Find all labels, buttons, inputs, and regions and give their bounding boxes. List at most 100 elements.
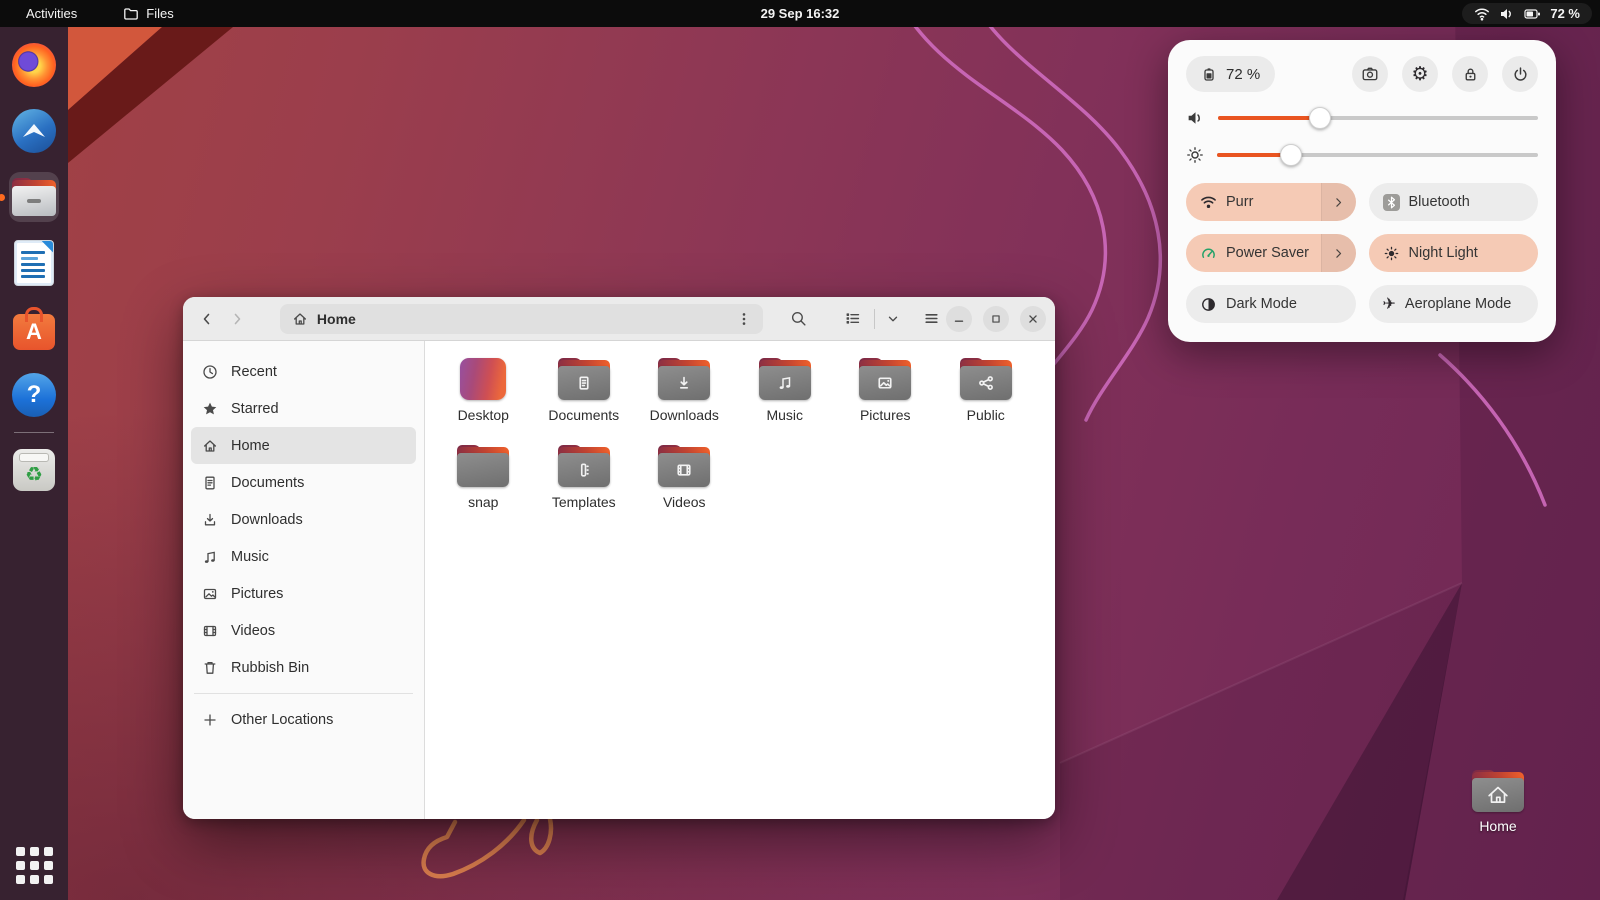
- power-saver-icon: [1200, 245, 1217, 262]
- sidebar-item-music[interactable]: Music: [191, 538, 416, 575]
- sidebar-item-label: Documents: [231, 475, 304, 491]
- settings-gear-icon: ⚙: [1411, 65, 1428, 84]
- sidebar-item-pictures[interactable]: Pictures: [191, 575, 416, 612]
- screenshot-button[interactable]: [1352, 56, 1388, 92]
- files-app-icon: [12, 178, 56, 216]
- trash-icon: [202, 660, 218, 676]
- file-browser-content[interactable]: Desktop Documents Downloads: [425, 341, 1055, 819]
- sidebar-item-other-locations[interactable]: Other Locations: [191, 701, 416, 738]
- window-controls: [946, 306, 1046, 332]
- app-menu-label: Files: [146, 6, 173, 21]
- search-button[interactable]: [783, 304, 813, 334]
- chevron-down-icon: [886, 312, 900, 326]
- chevron-left-icon: [199, 311, 215, 327]
- list-view-icon: [844, 310, 861, 327]
- document-icon: [202, 475, 218, 491]
- view-options-dropdown[interactable]: [882, 304, 904, 334]
- file-item-desktop[interactable]: Desktop: [433, 355, 533, 442]
- path-bar[interactable]: Home: [280, 304, 763, 334]
- file-name: Videos: [663, 494, 706, 510]
- settings-button[interactable]: ⚙: [1402, 56, 1438, 92]
- chevron-right-icon: [1332, 196, 1345, 209]
- window-titlebar[interactable]: Home: [183, 297, 1055, 341]
- video-icon: [202, 623, 218, 639]
- power-button[interactable]: [1502, 56, 1538, 92]
- sidebar-item-starred[interactable]: Starred: [191, 390, 416, 427]
- file-name: Music: [766, 407, 803, 423]
- toggle-label: Purr: [1226, 194, 1253, 210]
- files-window: Home: [183, 297, 1055, 819]
- question-glyph: ?: [27, 381, 42, 409]
- file-name: Public: [967, 407, 1005, 423]
- desktop-home-label: Home: [1479, 818, 1516, 834]
- file-item-snap[interactable]: snap: [433, 442, 533, 529]
- wifi-settings-arrow[interactable]: [1321, 183, 1356, 221]
- toggle-bluetooth[interactable]: Bluetooth: [1369, 183, 1539, 221]
- location-options-button[interactable]: [731, 306, 757, 332]
- minimize-button[interactable]: [946, 306, 972, 332]
- back-button[interactable]: [192, 304, 222, 334]
- sidebar-item-downloads[interactable]: Downloads: [191, 501, 416, 538]
- desktop-home-folder[interactable]: Home: [1465, 770, 1531, 834]
- file-item-videos[interactable]: Videos: [634, 442, 734, 529]
- dock-item-libreoffice-writer[interactable]: [9, 238, 59, 288]
- file-item-downloads[interactable]: Downloads: [634, 355, 734, 442]
- file-item-templates[interactable]: Templates: [534, 442, 634, 529]
- file-name: Downloads: [650, 407, 719, 423]
- file-item-pictures[interactable]: Pictures: [835, 355, 935, 442]
- app-menu-files[interactable]: Files: [115, 4, 181, 24]
- main-menu-button[interactable]: [916, 304, 946, 334]
- clock[interactable]: 29 Sep 16:32: [0, 6, 1600, 21]
- toggle-aeroplane-mode[interactable]: ✈ Aeroplane Mode: [1369, 285, 1539, 323]
- volume-icon: [1186, 110, 1205, 126]
- toggle-wifi-purr[interactable]: Purr: [1186, 183, 1356, 221]
- brightness-slider-handle[interactable]: [1280, 144, 1302, 166]
- sidebar-item-rubbish-bin[interactable]: Rubbish Bin: [191, 649, 416, 686]
- power-saver-settings-arrow[interactable]: [1321, 234, 1356, 272]
- system-status-area[interactable]: 72 %: [1462, 3, 1592, 24]
- activities-label: Activities: [26, 6, 77, 21]
- toggle-power-saver[interactable]: Power Saver: [1186, 234, 1356, 272]
- snap-folder-icon: [457, 445, 509, 487]
- close-button[interactable]: [1020, 306, 1046, 332]
- minimize-icon: [952, 312, 966, 326]
- volume-slider-handle[interactable]: [1309, 107, 1331, 129]
- sidebar-item-label: Starred: [231, 401, 279, 417]
- list-view-button[interactable]: [837, 304, 867, 334]
- public-folder-icon: [960, 358, 1012, 400]
- sidebar-item-recent[interactable]: Recent: [191, 353, 416, 390]
- dock-item-thunderbird[interactable]: [9, 106, 59, 156]
- lock-button[interactable]: [1452, 56, 1488, 92]
- help-icon: ?: [12, 373, 56, 417]
- battery-status-pill[interactable]: 72 %: [1186, 56, 1275, 92]
- maximize-button[interactable]: [983, 306, 1009, 332]
- dock-item-help[interactable]: ?: [9, 370, 59, 420]
- dock-item-firefox[interactable]: [9, 40, 59, 90]
- ubuntu-software-icon: A: [13, 314, 55, 350]
- activities-button[interactable]: Activities: [18, 4, 85, 23]
- brightness-slider[interactable]: [1217, 153, 1538, 157]
- toggle-dark-mode[interactable]: Dark Mode: [1186, 285, 1356, 323]
- forward-button[interactable]: [222, 304, 252, 334]
- toggle-night-light[interactable]: Night Light: [1369, 234, 1539, 272]
- view-group-divider: [874, 309, 875, 329]
- file-item-music[interactable]: Music: [735, 355, 835, 442]
- sidebar-item-label: Downloads: [231, 512, 303, 528]
- close-icon: [1026, 312, 1040, 326]
- dock-item-ubuntu-software[interactable]: A: [9, 304, 59, 354]
- sidebar-item-videos[interactable]: Videos: [191, 612, 416, 649]
- volume-slider[interactable]: [1218, 116, 1538, 120]
- file-item-public[interactable]: Public: [936, 355, 1036, 442]
- sidebar-item-home[interactable]: Home: [191, 427, 416, 464]
- show-applications-button[interactable]: [16, 847, 53, 884]
- dock-item-files[interactable]: [9, 172, 59, 222]
- dock: A ? ♻: [0, 27, 68, 900]
- screenshot-icon: [1361, 65, 1379, 83]
- toggle-label: Bluetooth: [1409, 194, 1470, 210]
- dock-item-rubbish-bin[interactable]: ♻: [9, 445, 59, 495]
- volume-slider-row: [1186, 107, 1538, 129]
- file-item-documents[interactable]: Documents: [534, 355, 634, 442]
- bluetooth-icon: [1383, 194, 1400, 211]
- file-name: Templates: [552, 494, 616, 510]
- sidebar-item-documents[interactable]: Documents: [191, 464, 416, 501]
